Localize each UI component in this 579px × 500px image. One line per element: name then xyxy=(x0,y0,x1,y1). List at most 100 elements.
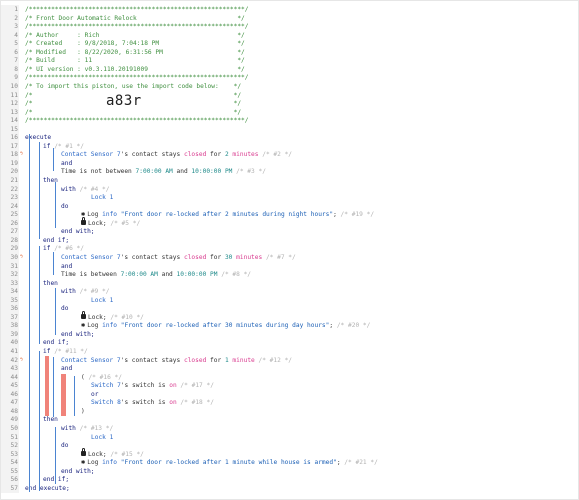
if2-cond-bar xyxy=(53,252,54,275)
code-token: /* #18 */ xyxy=(176,399,214,407)
code-token: /* #12 */ xyxy=(254,356,293,364)
code-token: /* #21 */ xyxy=(340,459,378,467)
code-token: /***************************************… xyxy=(25,117,249,125)
code-token: end execute; xyxy=(25,484,70,492)
code-token: on xyxy=(169,399,177,407)
code-token: do xyxy=(61,305,69,313)
code-token: /* #5 */ xyxy=(106,219,141,227)
code-token: /* #7 */ xyxy=(262,253,296,261)
code-token: for xyxy=(206,253,225,261)
code-token: /* #11 */ xyxy=(54,348,88,355)
code-token: /* #4 */ xyxy=(79,185,110,193)
code-token: /***************************************… xyxy=(25,74,249,82)
code-token: if xyxy=(43,348,55,355)
code-token: Switch 8 xyxy=(91,399,121,407)
code-token: Lock; xyxy=(88,313,107,321)
code-token: closed xyxy=(183,253,207,261)
code-token: /* #3 */ xyxy=(232,168,266,176)
code-token: /* #20 */ xyxy=(333,322,371,330)
code-token: /* #16 */ xyxy=(88,373,122,381)
code-token: closed xyxy=(183,356,207,364)
code-token: ) xyxy=(81,407,85,415)
code-token: /* To import this piston, use the import… xyxy=(25,82,242,90)
code-token: Log xyxy=(87,322,103,330)
code-token: /* */ xyxy=(25,108,242,116)
if1-block-bar xyxy=(39,142,40,239)
code-token: info xyxy=(102,459,118,467)
code-token: and xyxy=(172,168,192,176)
bug-icon: ✱ xyxy=(81,320,86,329)
import-code: a83r xyxy=(106,93,142,109)
code-token: end if; xyxy=(43,476,70,484)
code-token: minutes xyxy=(236,253,263,261)
lock-icon xyxy=(81,448,86,457)
line-number: 57 xyxy=(1,483,19,493)
code-token: and xyxy=(61,159,73,167)
code-token: 7:00:00 AM xyxy=(135,168,173,176)
code-token: /* #10 */ xyxy=(106,313,144,321)
code-token: 's contact stays xyxy=(120,151,184,159)
code-token: and xyxy=(61,365,73,373)
code-token: /* #2 */ xyxy=(258,151,293,159)
code-token: "Front door re-locked after 1 minute whi… xyxy=(117,459,337,467)
code-token: /* #15 */ xyxy=(106,450,144,458)
code-token: /* UI version : v0.3.110.20191009 */ xyxy=(25,65,245,73)
code-token: /* Created : 9/8/2018, 7:04:18 PM */ xyxy=(25,40,245,48)
code-token: end if; xyxy=(43,236,70,244)
code-token: Lock 1 xyxy=(91,433,114,441)
code-token: Contact Sensor 7 xyxy=(61,253,121,261)
code-token: on xyxy=(169,382,177,390)
code-token: end if; xyxy=(43,339,70,347)
code-token: Log xyxy=(87,211,103,219)
code-token: /* #17 */ xyxy=(176,382,214,390)
code-token: Switch 7 xyxy=(91,382,121,390)
if3-block-bar xyxy=(39,351,40,491)
code-token: "Front door re-locked after 2 minutes du… xyxy=(117,211,334,219)
code-token: 's switch is xyxy=(120,382,170,390)
code-token: for xyxy=(206,356,225,364)
if3-highlight-inner xyxy=(61,374,66,416)
code-token: 's contact stays xyxy=(120,253,184,261)
code-token: Time is between xyxy=(61,271,121,279)
code-token: end with; xyxy=(61,330,95,338)
code-token: /* #19 */ xyxy=(336,211,375,219)
code-token: with xyxy=(61,185,80,193)
code-token: /* Author : Rich */ xyxy=(25,31,245,39)
lock-icon xyxy=(81,217,86,226)
code-token: Lock; xyxy=(88,219,107,227)
code-token: /* #13 */ xyxy=(79,424,114,432)
code-token: Lock 1 xyxy=(91,194,114,202)
trigger-icon: ϟ xyxy=(20,151,24,158)
if3-cond-bar xyxy=(53,357,54,417)
code-token: minutes xyxy=(232,151,259,159)
code-line[interactable]: 57 end execute; xyxy=(1,483,578,493)
code-token: "Front door re-locked after 30 minutes d… xyxy=(117,322,330,330)
code-text: end execute; xyxy=(25,484,70,493)
if2-block-bar xyxy=(39,246,40,344)
code-token: /* #6 */ xyxy=(54,245,84,253)
code-token: /* Build : 11 */ xyxy=(25,57,245,65)
with1-block-bar xyxy=(55,182,56,228)
code-token: /* #1 */ xyxy=(54,142,84,150)
code-token: end with; xyxy=(61,228,95,236)
code-token: Lock 1 xyxy=(91,296,114,304)
if1-cond-bar xyxy=(53,148,54,171)
code-token: /* #9 */ xyxy=(79,288,110,296)
piston-code-view: 1/**************************************… xyxy=(0,0,579,500)
code-token: Log xyxy=(87,459,103,467)
code-token: with xyxy=(61,288,80,296)
code-token: /***************************************… xyxy=(25,6,249,13)
code-token: Lock; xyxy=(88,450,107,458)
code-token: and xyxy=(157,271,177,279)
code-token: Time is not between xyxy=(61,168,136,176)
lock-icon xyxy=(81,311,86,320)
code-token: end with; xyxy=(61,467,95,475)
trigger-icon: ϟ xyxy=(20,356,24,363)
bug-icon: ✱ xyxy=(81,457,86,466)
execute-block-bar xyxy=(29,134,30,492)
code-token: 's contact stays xyxy=(120,356,184,364)
code-token: /* #8 */ xyxy=(217,271,252,279)
code-token: do xyxy=(61,202,69,210)
code-token: closed xyxy=(183,151,207,159)
code-token: then xyxy=(43,279,58,287)
